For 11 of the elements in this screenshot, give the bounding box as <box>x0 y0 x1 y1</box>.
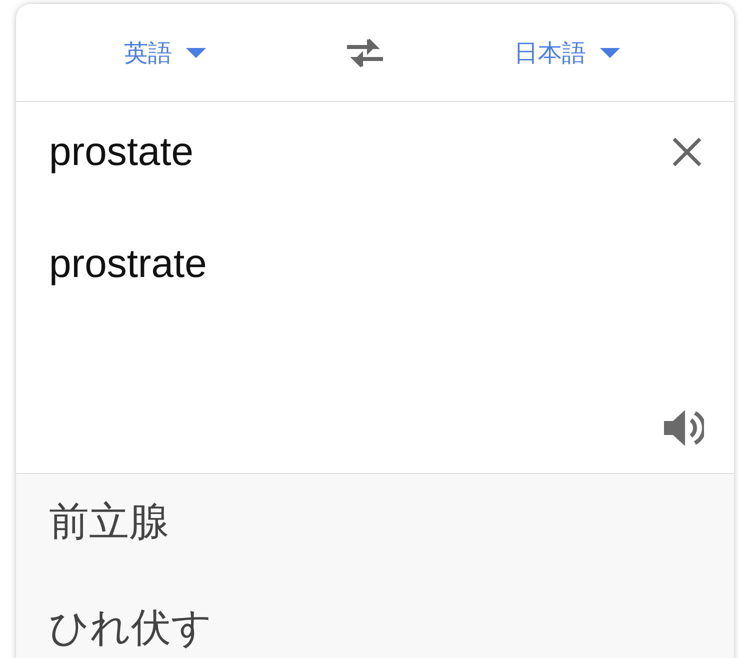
source-text-input[interactable]: prostate <box>49 126 194 178</box>
target-language-dropdown[interactable]: 日本語 <box>510 32 624 72</box>
translation-text: 前立腺 <box>49 498 169 546</box>
suggestion-text[interactable]: prostrate <box>49 238 207 290</box>
caret-icon[interactable] <box>600 48 620 58</box>
translation-text: ひれ伏す <box>49 604 212 652</box>
swap-icon[interactable] <box>345 36 385 68</box>
source-language-dropdown[interactable]: 英語 <box>120 32 210 72</box>
close-icon[interactable] <box>672 137 702 167</box>
caret-icon[interactable] <box>186 48 206 58</box>
speaker-icon[interactable] <box>664 409 704 447</box>
